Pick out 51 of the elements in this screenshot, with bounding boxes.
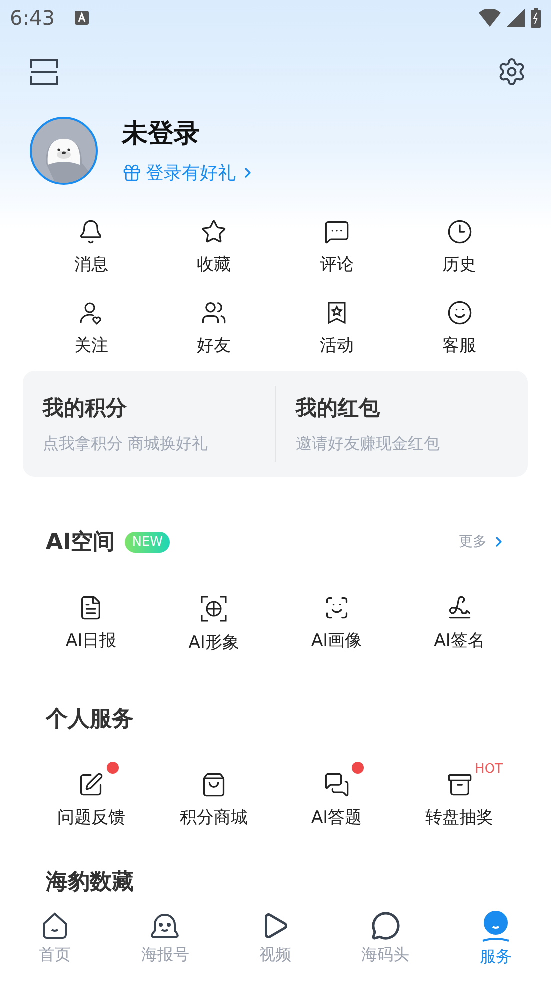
wallet-title[interactable]: 我的红包 xyxy=(296,394,508,422)
comment-icon xyxy=(324,219,350,245)
shortcut-item[interactable]: 评论 xyxy=(276,219,398,276)
shortcut-item[interactable]: 客服 xyxy=(398,300,521,357)
scan-face-icon xyxy=(324,595,350,621)
gift-icon xyxy=(122,163,142,183)
section-title: 海豹数藏 xyxy=(44,869,135,897)
new-badge: NEW xyxy=(125,532,170,552)
edit-icon xyxy=(78,772,104,798)
message-icon xyxy=(370,911,401,941)
battery-icon xyxy=(531,8,541,28)
ai-item[interactable]: AI画像 xyxy=(276,585,398,654)
shortcut-item[interactable]: 收藏 xyxy=(152,219,276,276)
status-time: 6:43 xyxy=(10,6,55,30)
users-icon xyxy=(201,300,228,326)
shopping-bag-icon xyxy=(201,772,228,798)
shortcut-item[interactable]: 活动 xyxy=(276,300,398,357)
section-title: AI空间 xyxy=(46,529,116,557)
shortcut-item[interactable]: 好友 xyxy=(152,300,276,357)
smile-icon xyxy=(446,300,473,326)
scan-icon[interactable] xyxy=(30,58,58,86)
wallet-title[interactable]: 我的积分 xyxy=(43,394,255,422)
ai-item[interactable]: AI日报 xyxy=(30,585,153,654)
scan-globe-icon xyxy=(200,595,228,623)
section-title: 个人服务 xyxy=(46,706,134,734)
ai-item[interactable]: AI签名 xyxy=(398,585,521,654)
service-item[interactable]: AI答题 xyxy=(276,762,398,829)
star-icon xyxy=(201,219,228,245)
chat-icon xyxy=(324,772,350,798)
settings-icon[interactable] xyxy=(497,57,527,87)
archive-icon xyxy=(446,772,473,798)
service-item[interactable]: HOT 转盘抽奖 xyxy=(398,762,521,829)
hot-label: HOT xyxy=(475,762,503,777)
wallet-subtitle: 邀请好友赚现金红包 xyxy=(296,434,441,454)
signature-icon xyxy=(446,595,473,621)
clock-icon xyxy=(446,219,473,245)
shortcut-item[interactable]: 关注 xyxy=(30,300,153,357)
ghost-icon xyxy=(149,911,182,941)
signal-icon xyxy=(507,9,525,27)
notification-icon xyxy=(74,11,89,25)
wifi-icon xyxy=(479,9,501,27)
bell-icon xyxy=(78,219,104,245)
profile-name: 未登录 xyxy=(122,118,201,151)
wallet-subtitle: 点我拿积分 商城换好礼 xyxy=(43,434,210,454)
avatar[interactable] xyxy=(30,116,98,184)
service-item[interactable]: 问题反馈 xyxy=(30,762,153,829)
shortcut-item[interactable]: 历史 xyxy=(398,219,521,276)
service-item[interactable]: 积分商城 xyxy=(152,762,276,829)
user-heart-icon xyxy=(78,300,104,326)
ai-item[interactable]: AI形象 xyxy=(152,585,276,654)
shortcut-item[interactable]: 消息 xyxy=(30,219,153,276)
